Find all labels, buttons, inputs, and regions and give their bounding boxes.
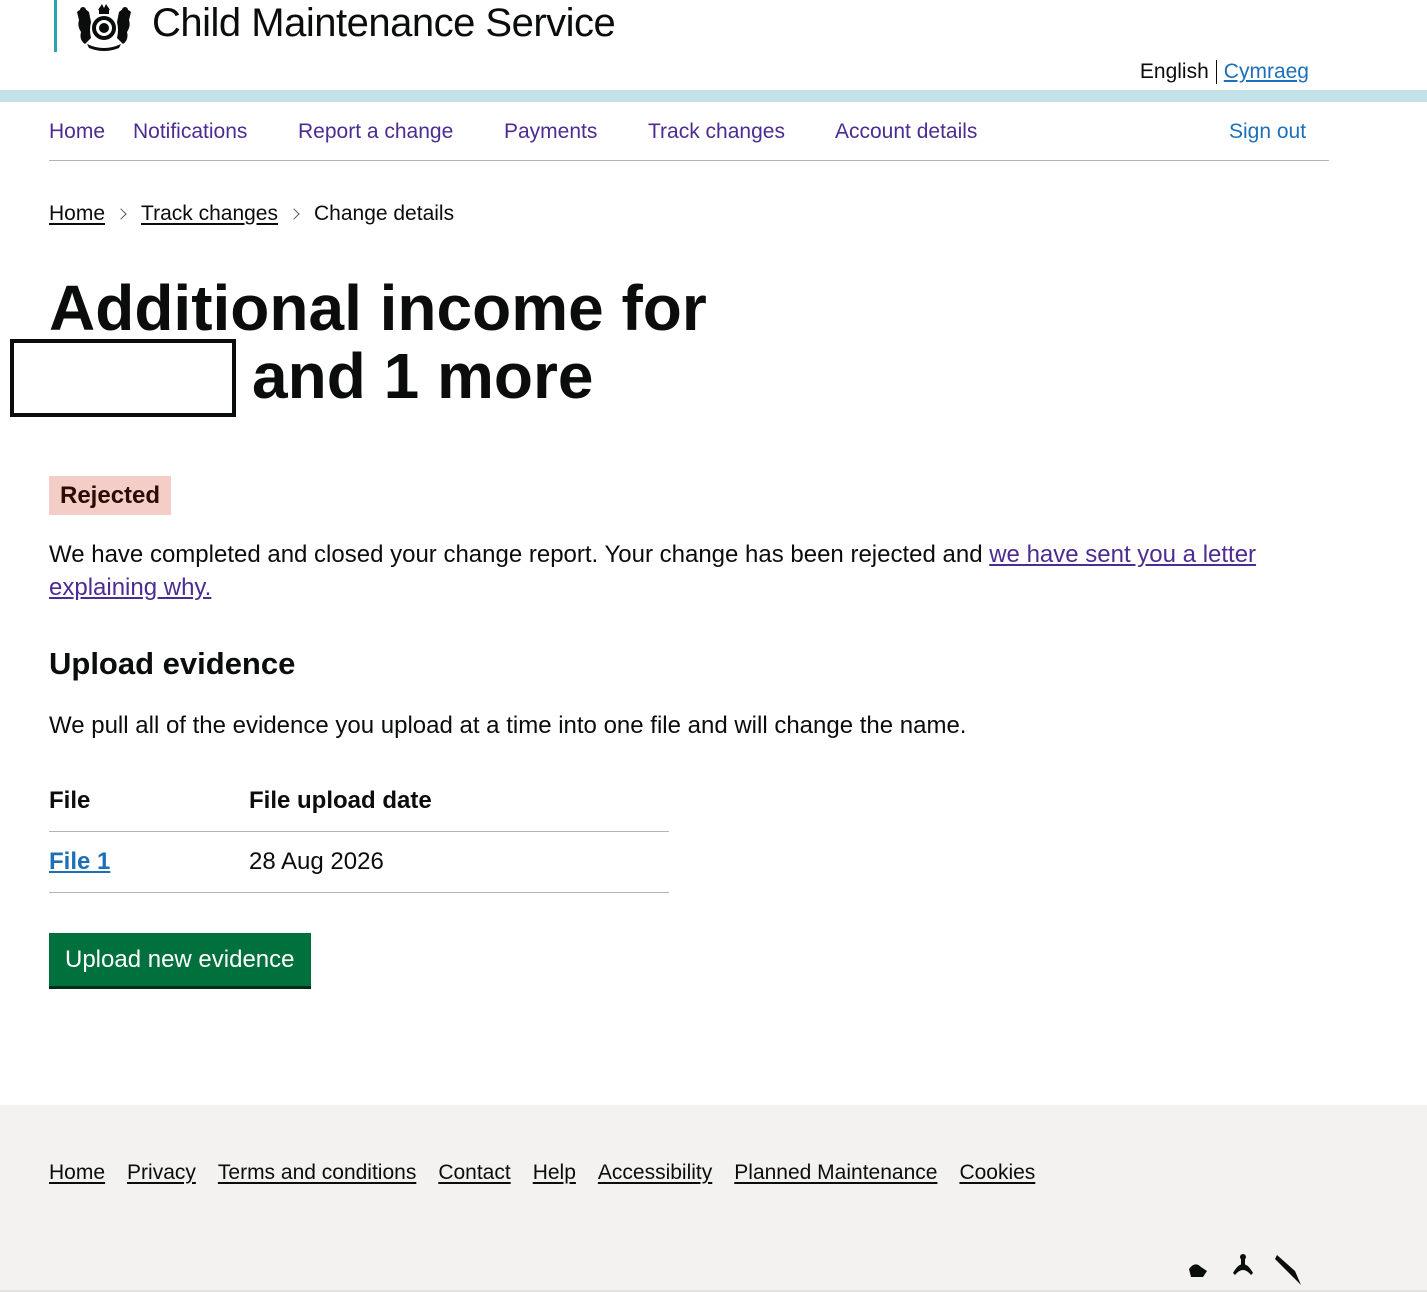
- footer-link-planned-maintenance[interactable]: Planned Maintenance: [734, 1161, 937, 1185]
- nav-item-track-changes[interactable]: Track changes: [648, 120, 785, 144]
- upload-evidence-description: We pull all of the evidence you upload a…: [49, 712, 967, 739]
- table-header: File File upload date: [49, 771, 669, 832]
- nav-item-account-details[interactable]: Account details: [835, 120, 977, 144]
- footer-links: Home Privacy Terms and conditions Contac…: [49, 1161, 1057, 1185]
- footer-link-contact[interactable]: Contact: [438, 1161, 510, 1185]
- chevron-right-icon: [288, 208, 300, 220]
- status-message-text: We have completed and closed your change…: [49, 541, 990, 568]
- chevron-right-icon: [115, 208, 127, 220]
- footer-link-home[interactable]: Home: [49, 1161, 105, 1185]
- footer-link-terms[interactable]: Terms and conditions: [218, 1161, 416, 1185]
- upload-new-evidence-button[interactable]: Upload new evidence: [49, 933, 311, 986]
- breadcrumb-current: Change details: [313, 202, 455, 225]
- crown-copyright-crest-icon: [1189, 1254, 1301, 1285]
- language-link-welsh[interactable]: Cymraeg: [1217, 60, 1309, 84]
- nav-item-payments[interactable]: Payments: [504, 120, 597, 144]
- footer-link-help[interactable]: Help: [533, 1161, 576, 1185]
- page-title-continued: and 1 more: [252, 340, 594, 412]
- column-header-upload-date: File upload date: [249, 787, 432, 814]
- site-footer: Home Privacy Terms and conditions Contac…: [0, 1105, 1427, 1292]
- service-name: Child Maintenance Service: [152, 1, 616, 45]
- upload-evidence-heading: Upload evidence: [49, 646, 296, 681]
- sign-out-link[interactable]: Sign out: [1229, 120, 1306, 144]
- primary-navigation: Home Notifications Report a change Payme…: [49, 103, 1329, 161]
- footer-link-accessibility[interactable]: Accessibility: [598, 1161, 712, 1185]
- file-cell: File 1: [49, 848, 249, 876]
- table-row: File 1 28 Aug 2026: [49, 832, 669, 893]
- status-message: We have completed and closed your change…: [49, 538, 1349, 604]
- breadcrumb-home[interactable]: Home: [49, 202, 105, 226]
- column-header-file: File: [49, 787, 91, 814]
- service-brand[interactable]: Child Maintenance Service: [54, 0, 616, 52]
- footer-link-privacy[interactable]: Privacy: [127, 1161, 196, 1185]
- royal-coat-of-arms-icon: [77, 4, 131, 51]
- nav-item-notifications[interactable]: Notifications: [133, 120, 247, 144]
- page-title: Additional income for: [49, 272, 707, 344]
- header-accent-bar: [0, 90, 1427, 102]
- language-current: English: [1140, 60, 1217, 84]
- status-badge: Rejected: [49, 476, 172, 515]
- file-link[interactable]: File 1: [49, 848, 110, 875]
- language-switcher: English Cymraeg: [1140, 60, 1309, 84]
- upload-date-cell: 28 Aug 2026: [249, 848, 384, 875]
- nav-item-home[interactable]: Home: [49, 120, 105, 144]
- footer-link-cookies[interactable]: Cookies: [959, 1161, 1035, 1185]
- redacted-name-box: [10, 339, 236, 417]
- nav-item-report-a-change[interactable]: Report a change: [298, 120, 453, 144]
- evidence-table: File File upload date File 1 28 Aug 2026: [49, 771, 669, 893]
- breadcrumb: Home Track changes Change details: [49, 202, 454, 226]
- breadcrumb-track-changes[interactable]: Track changes: [141, 202, 278, 226]
- site-header: Child Maintenance Service English Cymrae…: [0, 0, 1427, 90]
